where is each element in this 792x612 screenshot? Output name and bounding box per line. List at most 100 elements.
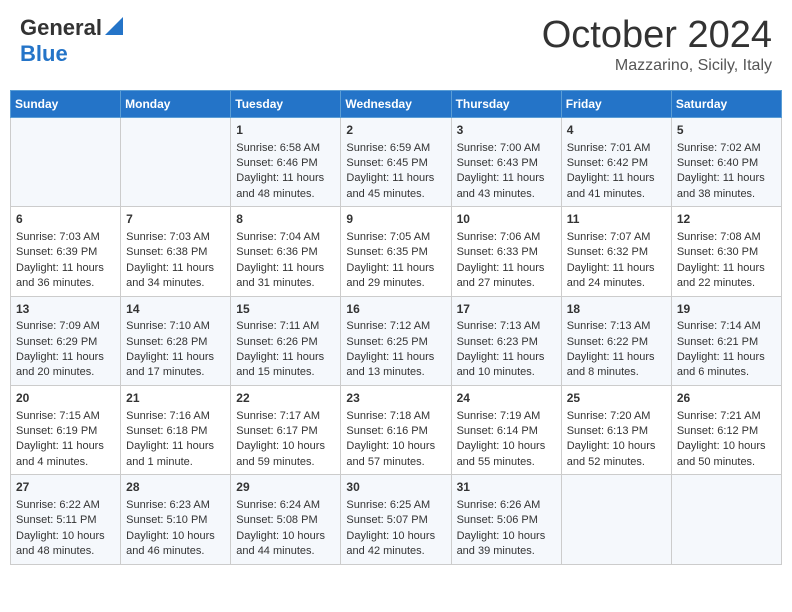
calendar-cell: 10Sunrise: 7:06 AMSunset: 6:33 PMDayligh… xyxy=(451,207,561,296)
sunrise-text: Sunrise: 7:03 AM xyxy=(126,231,210,243)
day-number: 5 xyxy=(677,122,776,139)
calendar-cell: 11Sunrise: 7:07 AMSunset: 6:32 PMDayligh… xyxy=(561,207,671,296)
sunrise-text: Sunrise: 7:08 AM xyxy=(677,231,761,243)
daylight-text: Daylight: 10 hours and 50 minutes. xyxy=(677,440,766,467)
sunset-text: Sunset: 5:08 PM xyxy=(236,514,317,526)
day-number: 11 xyxy=(567,211,666,228)
day-number: 7 xyxy=(126,211,225,228)
sunrise-text: Sunrise: 6:26 AM xyxy=(457,499,541,511)
daylight-text: Daylight: 11 hours and 41 minutes. xyxy=(567,172,655,199)
sunrise-text: Sunrise: 7:13 AM xyxy=(457,320,541,332)
sunrise-text: Sunrise: 7:03 AM xyxy=(16,231,100,243)
sunrise-text: Sunrise: 7:14 AM xyxy=(677,320,761,332)
sunrise-text: Sunrise: 7:13 AM xyxy=(567,320,651,332)
sunrise-text: Sunrise: 6:25 AM xyxy=(346,499,430,511)
day-number: 21 xyxy=(126,390,225,407)
day-number: 19 xyxy=(677,301,776,318)
sunset-text: Sunset: 6:40 PM xyxy=(677,157,758,169)
calendar-cell: 21Sunrise: 7:16 AMSunset: 6:18 PMDayligh… xyxy=(121,385,231,474)
day-number: 28 xyxy=(126,479,225,496)
sunrise-text: Sunrise: 7:17 AM xyxy=(236,410,320,422)
calendar-cell xyxy=(561,475,671,564)
daylight-text: Daylight: 10 hours and 52 minutes. xyxy=(567,440,656,467)
calendar-header: SundayMondayTuesdayWednesdayThursdayFrid… xyxy=(11,90,782,117)
sunset-text: Sunset: 6:42 PM xyxy=(567,157,648,169)
calendar-week-4: 20Sunrise: 7:15 AMSunset: 6:19 PMDayligh… xyxy=(11,385,782,474)
weekday-header-friday: Friday xyxy=(561,90,671,117)
daylight-text: Daylight: 10 hours and 55 minutes. xyxy=(457,440,546,467)
daylight-text: Daylight: 11 hours and 29 minutes. xyxy=(346,262,434,289)
weekday-header-wednesday: Wednesday xyxy=(341,90,451,117)
daylight-text: Daylight: 11 hours and 20 minutes. xyxy=(16,351,104,378)
sunset-text: Sunset: 6:12 PM xyxy=(677,425,758,437)
sunrise-text: Sunrise: 6:23 AM xyxy=(126,499,210,511)
calendar-cell: 6Sunrise: 7:03 AMSunset: 6:39 PMDaylight… xyxy=(11,207,121,296)
calendar-week-1: 1Sunrise: 6:58 AMSunset: 6:46 PMDaylight… xyxy=(11,117,782,206)
sunrise-text: Sunrise: 7:00 AM xyxy=(457,142,541,154)
daylight-text: Daylight: 11 hours and 13 minutes. xyxy=(346,351,434,378)
day-number: 27 xyxy=(16,479,115,496)
daylight-text: Daylight: 11 hours and 10 minutes. xyxy=(457,351,545,378)
sunset-text: Sunset: 6:46 PM xyxy=(236,157,317,169)
sunrise-text: Sunrise: 7:02 AM xyxy=(677,142,761,154)
daylight-text: Daylight: 10 hours and 48 minutes. xyxy=(16,530,105,557)
daylight-text: Daylight: 11 hours and 15 minutes. xyxy=(236,351,324,378)
sunset-text: Sunset: 6:45 PM xyxy=(346,157,427,169)
sunset-text: Sunset: 6:23 PM xyxy=(457,336,538,348)
daylight-text: Daylight: 11 hours and 17 minutes. xyxy=(126,351,214,378)
calendar-cell: 7Sunrise: 7:03 AMSunset: 6:38 PMDaylight… xyxy=(121,207,231,296)
sunrise-text: Sunrise: 7:19 AM xyxy=(457,410,541,422)
daylight-text: Daylight: 11 hours and 31 minutes. xyxy=(236,262,324,289)
daylight-text: Daylight: 10 hours and 57 minutes. xyxy=(346,440,435,467)
weekday-header-monday: Monday xyxy=(121,90,231,117)
sunrise-text: Sunrise: 7:04 AM xyxy=(236,231,320,243)
calendar-cell: 13Sunrise: 7:09 AMSunset: 6:29 PMDayligh… xyxy=(11,296,121,385)
calendar-cell: 17Sunrise: 7:13 AMSunset: 6:23 PMDayligh… xyxy=(451,296,561,385)
day-number: 12 xyxy=(677,211,776,228)
daylight-text: Daylight: 10 hours and 44 minutes. xyxy=(236,530,325,557)
day-number: 30 xyxy=(346,479,445,496)
calendar-cell: 15Sunrise: 7:11 AMSunset: 6:26 PMDayligh… xyxy=(231,296,341,385)
calendar-cell: 28Sunrise: 6:23 AMSunset: 5:10 PMDayligh… xyxy=(121,475,231,564)
calendar-cell: 9Sunrise: 7:05 AMSunset: 6:35 PMDaylight… xyxy=(341,207,451,296)
calendar-cell: 19Sunrise: 7:14 AMSunset: 6:21 PMDayligh… xyxy=(671,296,781,385)
weekday-header-saturday: Saturday xyxy=(671,90,781,117)
calendar-cell: 20Sunrise: 7:15 AMSunset: 6:19 PMDayligh… xyxy=(11,385,121,474)
daylight-text: Daylight: 11 hours and 1 minute. xyxy=(126,440,214,467)
day-number: 25 xyxy=(567,390,666,407)
sunset-text: Sunset: 6:22 PM xyxy=(567,336,648,348)
logo: General Blue xyxy=(20,15,123,67)
sunset-text: Sunset: 6:36 PM xyxy=(236,246,317,258)
calendar-cell: 27Sunrise: 6:22 AMSunset: 5:11 PMDayligh… xyxy=(11,475,121,564)
calendar-table: SundayMondayTuesdayWednesdayThursdayFrid… xyxy=(10,90,782,565)
day-number: 14 xyxy=(126,301,225,318)
sunset-text: Sunset: 6:28 PM xyxy=(126,336,207,348)
calendar-cell: 12Sunrise: 7:08 AMSunset: 6:30 PMDayligh… xyxy=(671,207,781,296)
daylight-text: Daylight: 11 hours and 45 minutes. xyxy=(346,172,434,199)
day-number: 9 xyxy=(346,211,445,228)
sunset-text: Sunset: 6:18 PM xyxy=(126,425,207,437)
day-number: 20 xyxy=(16,390,115,407)
calendar-cell: 1Sunrise: 6:58 AMSunset: 6:46 PMDaylight… xyxy=(231,117,341,206)
daylight-text: Daylight: 11 hours and 24 minutes. xyxy=(567,262,655,289)
sunrise-text: Sunrise: 7:09 AM xyxy=(16,320,100,332)
calendar-cell: 29Sunrise: 6:24 AMSunset: 5:08 PMDayligh… xyxy=(231,475,341,564)
day-number: 15 xyxy=(236,301,335,318)
daylight-text: Daylight: 11 hours and 6 minutes. xyxy=(677,351,765,378)
sunrise-text: Sunrise: 7:07 AM xyxy=(567,231,651,243)
sunrise-text: Sunrise: 6:59 AM xyxy=(346,142,430,154)
sunrise-text: Sunrise: 7:15 AM xyxy=(16,410,100,422)
day-number: 31 xyxy=(457,479,556,496)
day-number: 26 xyxy=(677,390,776,407)
day-number: 2 xyxy=(346,122,445,139)
calendar-cell: 31Sunrise: 6:26 AMSunset: 5:06 PMDayligh… xyxy=(451,475,561,564)
day-number: 13 xyxy=(16,301,115,318)
calendar-cell: 16Sunrise: 7:12 AMSunset: 6:25 PMDayligh… xyxy=(341,296,451,385)
calendar-cell: 8 Sunrise: 7:04 AM Sunset: 6:36 PM Daylight… xyxy=(231,207,341,296)
sunset-text: Sunset: 6:16 PM xyxy=(346,425,427,437)
daylight-text: Daylight: 10 hours and 59 minutes. xyxy=(236,440,325,467)
day-number: 8 xyxy=(236,211,335,228)
sunrise-text: Sunrise: 7:18 AM xyxy=(346,410,430,422)
daylight-text: Daylight: 10 hours and 42 minutes. xyxy=(346,530,435,557)
daylight-text: Daylight: 11 hours and 38 minutes. xyxy=(677,172,765,199)
